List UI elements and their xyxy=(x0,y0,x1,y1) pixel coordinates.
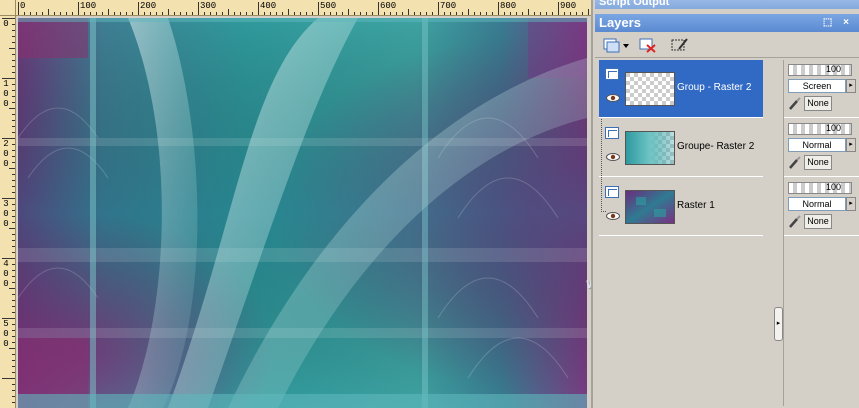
layer-thumbnail xyxy=(625,131,675,165)
image-canvas[interactable] xyxy=(18,18,587,408)
ruler-label: 0 xyxy=(3,99,9,109)
image-canvas-area[interactable]: 0 100 200 300 400 500 600 700 800 900 01002003004… xyxy=(0,0,753,408)
ruler-label: 0 xyxy=(3,159,9,169)
ruler-label: 0 xyxy=(3,279,9,289)
brush-icon xyxy=(789,97,801,110)
mask-control: None xyxy=(788,214,856,230)
mask-none-button[interactable]: None xyxy=(804,96,832,111)
layer-thumbnail xyxy=(625,190,675,224)
layer-name: Group - Raster 2 xyxy=(677,82,752,93)
horizontal-ruler: 0 100 200 300 400 500 600 700 800 900 xyxy=(16,0,591,16)
ruler-label: 0 xyxy=(3,339,9,349)
delete-layer-icon xyxy=(639,38,656,53)
ruler-label: 0 xyxy=(3,149,9,159)
layer-thumbnail xyxy=(625,72,675,106)
eye-icon[interactable] xyxy=(606,212,620,220)
blend-mode-select[interactable]: Normal xyxy=(788,138,846,152)
ruler-label: 800 xyxy=(500,1,517,11)
eye-icon[interactable] xyxy=(606,94,620,102)
ruler-label: 700 xyxy=(440,1,457,11)
ruler-corner xyxy=(0,0,16,16)
layer-type-icon xyxy=(605,186,619,198)
ruler-label: 0 xyxy=(3,219,9,229)
ruler-label: 100 xyxy=(80,1,97,11)
delete-layer-button[interactable] xyxy=(637,35,659,55)
ruler-label: 0 xyxy=(20,1,26,11)
mask-control: None xyxy=(788,96,856,112)
mask-none-button[interactable]: None xyxy=(804,214,832,229)
ruler-label: 0 xyxy=(3,19,9,29)
script-output-title-bar[interactable]: Script Output xyxy=(595,0,859,9)
chevron-right-icon[interactable]: ▸ xyxy=(846,197,856,211)
layers-toolbar xyxy=(595,33,859,58)
ruler-label: 0 xyxy=(3,209,9,219)
ruler-label: 900 xyxy=(560,1,577,11)
layer-row[interactable]: Raster 1 xyxy=(599,178,763,236)
opacity-value: 100 xyxy=(825,123,841,133)
ruler-label: 200 xyxy=(140,1,157,11)
layer-type-icon xyxy=(605,127,619,139)
layer-properties: 100 Normal ▸ None xyxy=(784,178,859,236)
edit-selection-button[interactable] xyxy=(669,35,691,55)
layer-name: Raster 1 xyxy=(677,200,715,211)
ruler-label: 0 xyxy=(3,329,9,339)
layers-palette: Script Output Layers ⬚ × Group - Raster … xyxy=(591,0,859,408)
opacity-slider[interactable]: 100 xyxy=(788,123,852,135)
ruler-label: 0 xyxy=(3,269,9,279)
ruler-label: 500 xyxy=(320,1,337,11)
chevron-right-icon[interactable]: ▸ xyxy=(846,79,856,93)
new-layer-icon xyxy=(603,38,629,53)
layers-title: Layers xyxy=(599,15,641,30)
edit-icon xyxy=(671,38,688,51)
chevron-right-icon[interactable]: ▸ xyxy=(846,138,856,152)
ruler-label: 4 xyxy=(3,259,9,269)
layer-type-icon xyxy=(605,68,619,80)
layer-name: Groupe- Raster 2 xyxy=(677,141,755,152)
ruler-label: 400 xyxy=(260,1,277,11)
eye-icon[interactable] xyxy=(606,153,620,161)
layer-properties: 100 Screen ▸ None xyxy=(784,60,859,118)
title-bar-buttons[interactable]: ⬚ × xyxy=(823,14,853,32)
blend-mode-select[interactable]: Normal xyxy=(788,197,846,211)
layer-row[interactable]: Group - Raster 2 xyxy=(599,60,763,118)
mask-control: None xyxy=(788,155,856,171)
ruler-label: 600 xyxy=(380,1,397,11)
ruler-label: 1 xyxy=(3,79,9,89)
ruler-label: 2 xyxy=(3,139,9,149)
vertical-ruler: 0100200300400500 xyxy=(0,16,16,408)
opacity-value: 100 xyxy=(825,64,841,74)
mask-none-button[interactable]: None xyxy=(804,155,832,170)
ruler-label: 0 xyxy=(3,89,9,99)
brush-icon xyxy=(789,156,801,169)
ruler-label: 300 xyxy=(200,1,217,11)
brush-icon xyxy=(789,215,801,228)
panel-splitter-button[interactable]: ▸ xyxy=(774,307,783,341)
ruler-label: 5 xyxy=(3,319,9,329)
opacity-value: 100 xyxy=(825,182,841,192)
opacity-slider[interactable]: 100 xyxy=(788,182,852,194)
layer-properties-column: 100 Screen ▸ None 100 Normal ▸ None 100 Normal ▸ No… xyxy=(783,60,859,406)
script-output-title: Script Output xyxy=(599,0,670,8)
blend-mode-select[interactable]: Screen xyxy=(788,79,846,93)
layer-list: Group - Raster 2 Groupe- Raster 2 Raster 1 xyxy=(599,60,775,406)
new-layer-button[interactable] xyxy=(601,35,631,55)
artwork-image xyxy=(18,18,587,408)
ruler-label: 3 xyxy=(3,199,9,209)
layer-properties: 100 Normal ▸ None xyxy=(784,119,859,177)
opacity-slider[interactable]: 100 xyxy=(788,64,852,76)
layers-title-bar[interactable]: Layers ⬚ × xyxy=(595,14,859,32)
layer-row[interactable]: Groupe- Raster 2 xyxy=(599,119,763,177)
